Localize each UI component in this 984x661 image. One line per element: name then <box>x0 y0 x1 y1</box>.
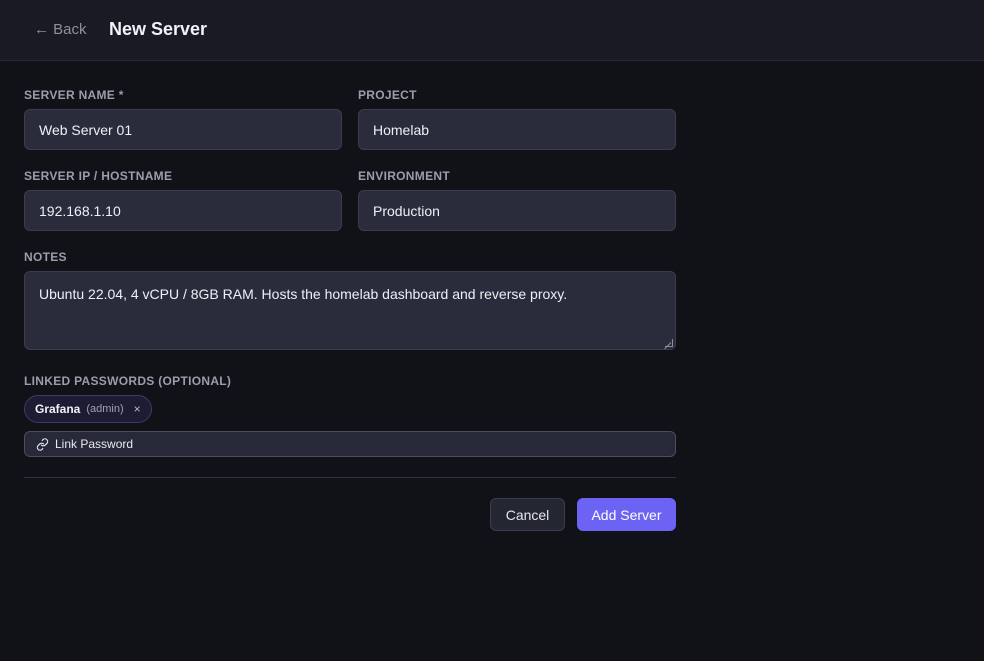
notes-label: NOTES <box>24 250 67 264</box>
environment-input[interactable]: Production <box>358 190 676 231</box>
notes-value: Ubuntu 22.04, 4 vCPU / 8GB RAM. Hosts th… <box>39 286 568 302</box>
environment-value: Production <box>373 202 440 219</box>
link-icon <box>36 437 49 451</box>
linked-password-chip: Grafana (admin) × <box>24 395 152 423</box>
page-title: New Server <box>109 19 208 39</box>
server-name-input[interactable]: Web Server 01 <box>24 109 342 150</box>
divider <box>24 477 676 478</box>
add-server-button[interactable]: Add Server <box>577 498 676 531</box>
top-bar: ← Back New Server <box>0 0 984 61</box>
resize-handle-icon[interactable] <box>665 339 673 347</box>
server-name-label: SERVER NAME * <box>24 88 124 102</box>
server-name-value: Web Server 01 <box>39 121 133 138</box>
environment-label: ENVIRONMENT <box>358 169 450 183</box>
project-input[interactable]: Homelab <box>358 109 676 150</box>
close-icon[interactable]: × <box>134 402 141 416</box>
link-password-button[interactable]: Link Password <box>24 431 676 457</box>
linked-passwords-label: LINKED PASSWORDS (OPTIONAL) <box>24 374 232 388</box>
cancel-button[interactable]: Cancel <box>490 498 565 531</box>
chip-name: Grafana <box>35 402 81 416</box>
link-password-label: Link Password <box>55 437 134 451</box>
project-label: PROJECT <box>358 88 417 102</box>
chip-role: (admin) <box>86 403 124 415</box>
server-ip-label: SERVER IP / HOSTNAME <box>24 169 173 183</box>
project-value: Homelab <box>373 121 430 138</box>
server-ip-value: 192.168.1.10 <box>39 202 121 219</box>
back-button[interactable]: ← Back <box>34 21 87 38</box>
notes-textarea[interactable]: Ubuntu 22.04, 4 vCPU / 8GB RAM. Hosts th… <box>24 271 676 350</box>
server-ip-input[interactable]: 192.168.1.10 <box>24 190 342 231</box>
